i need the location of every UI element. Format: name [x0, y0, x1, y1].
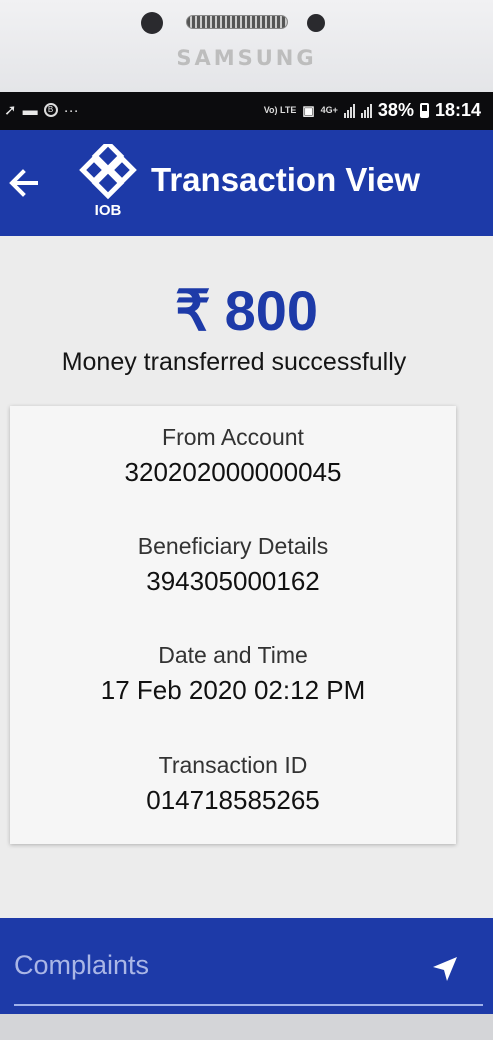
transaction-details-card: From Account 320202000000045 Beneficiary…: [10, 406, 456, 844]
signal-icon-2: [360, 103, 372, 118]
notification-arrow-icon: ➚: [4, 102, 17, 119]
send-icon: [433, 957, 457, 981]
transaction-amount: ₹800: [0, 278, 493, 344]
more-icon: ···: [63, 101, 79, 119]
iob-logo: IOB: [78, 139, 138, 222]
signal-icon: [343, 103, 355, 118]
send-button[interactable]: [430, 954, 460, 984]
beneficiary-field: Beneficiary Details 394305000162: [10, 533, 456, 597]
app-header: IOB Transaction View: [0, 130, 493, 236]
field-label: Beneficiary Details: [137, 533, 329, 559]
currency-symbol: ₹: [174, 279, 211, 342]
volte-label: Vo) LTE: [263, 105, 297, 115]
status-bar: ➚ ▬ B ··· Vo) LTE ▣ 4G+ 38% 18:14: [0, 92, 493, 130]
status-left-icons: ➚ ▬ B ···: [4, 101, 79, 120]
date-time-field: Date and Time 17 Feb 2020 02:12 PM: [10, 642, 456, 706]
field-value: 17 Feb 2020 02:12 PM: [100, 675, 366, 705]
transaction-content: ₹800 Money transferred successfully From…: [0, 236, 493, 918]
iob-logo-icon: [79, 139, 137, 200]
complaints-input[interactable]: Complaints: [14, 950, 149, 981]
front-camera: [141, 12, 163, 34]
b-icon: B: [43, 103, 58, 117]
back-arrow-icon: [9, 169, 38, 197]
status-right: Vo) LTE ▣ 4G+ 38% 18:14: [264, 100, 481, 121]
phone-bottom-bezel: [0, 1014, 493, 1040]
field-label: Transaction ID: [158, 752, 308, 778]
field-value: 394305000162: [146, 566, 320, 596]
input-underline: [14, 1004, 483, 1006]
field-label: Date and Time: [158, 642, 308, 668]
phone-bezel: SAMSUNG: [0, 0, 493, 92]
battery-percent: 38%: [377, 100, 414, 120]
field-label: From Account: [162, 424, 304, 450]
transaction-id-field: Transaction ID 014718585265: [10, 752, 456, 816]
field-value: 320202000000045: [124, 457, 342, 487]
chat-icon: ▬: [22, 101, 38, 119]
logo-text: IOB: [94, 202, 122, 219]
proximity-sensor: [307, 14, 325, 32]
field-value: 014718585265: [146, 785, 320, 815]
device-brand: SAMSUNG: [176, 46, 317, 70]
from-account-field: From Account 320202000000045: [10, 424, 456, 488]
amount-value: 800: [224, 279, 319, 342]
earpiece-speaker: [186, 15, 288, 29]
back-button[interactable]: [6, 165, 42, 201]
status-message: Money transferred successfully: [61, 348, 407, 376]
network-type: 4G+: [320, 105, 338, 115]
clock: 18:14: [434, 100, 481, 120]
page-title: Transaction View: [151, 161, 420, 198]
data-saver-icon: ▣: [302, 102, 315, 118]
complaints-bar: Complaints: [0, 918, 493, 1014]
battery-icon: [419, 103, 429, 118]
